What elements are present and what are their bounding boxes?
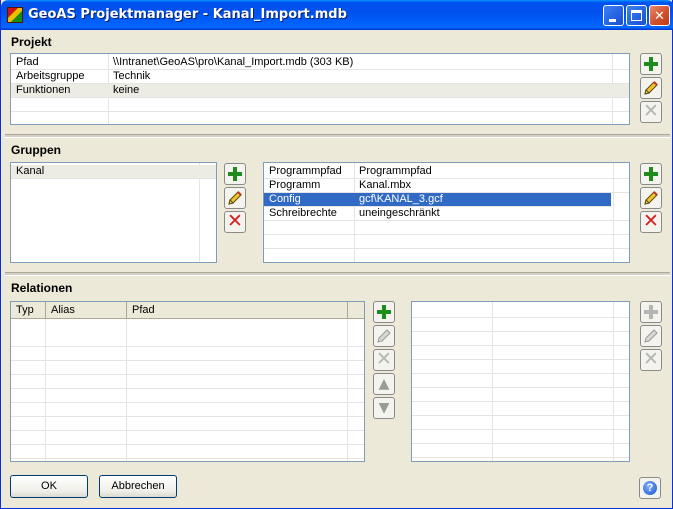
details-edit-button[interactable] bbox=[640, 325, 662, 347]
property-key: Config bbox=[269, 193, 301, 205]
projekt-edit-button[interactable] bbox=[640, 77, 662, 99]
property-row[interactable]: Schreibrechte uneingeschränkt bbox=[264, 207, 629, 221]
relationen-delete-button[interactable]: ✕ bbox=[373, 349, 395, 371]
delete-x-icon: ✕ bbox=[227, 210, 243, 232]
pencil-icon bbox=[644, 81, 658, 95]
projekt-delete-button[interactable]: ✕ bbox=[640, 101, 662, 123]
close-button[interactable]: ✕ bbox=[649, 5, 670, 26]
property-value: Programmpfad bbox=[359, 165, 432, 177]
gruppen-list[interactable]: Kanal bbox=[10, 162, 217, 263]
window-title: GeoAS Projektmanager - Kanal_Import.mdb bbox=[28, 7, 347, 22]
projekt-value: keine bbox=[113, 84, 140, 96]
properties-delete-button[interactable]: ✕ bbox=[640, 211, 662, 233]
projekt-grid[interactable]: Pfad \\Intranet\GeoAS\pro\Kanal_Import.m… bbox=[10, 53, 630, 125]
property-row-empty bbox=[264, 235, 629, 249]
projekt-add-button[interactable] bbox=[640, 53, 662, 75]
gruppen-delete-button[interactable]: ✕ bbox=[224, 211, 246, 233]
help-icon: ? bbox=[643, 481, 657, 495]
details-delete-button[interactable]: ✕ bbox=[640, 349, 662, 371]
property-key: Programmpfad bbox=[269, 165, 342, 177]
relationen-header: Typ Alias Pfad bbox=[11, 302, 364, 319]
projekt-heading: Projekt bbox=[11, 35, 52, 49]
separator bbox=[5, 272, 670, 276]
projekt-row-pfad[interactable]: Pfad \\Intranet\GeoAS\pro\Kanal_Import.m… bbox=[11, 56, 629, 70]
close-icon: ✕ bbox=[654, 8, 665, 23]
delete-x-icon: ✕ bbox=[376, 348, 392, 370]
property-row-empty bbox=[264, 221, 629, 235]
delete-x-icon: ✕ bbox=[643, 100, 659, 122]
projekt-key: Funktionen bbox=[16, 84, 71, 96]
property-row[interactable]: Programmpfad Programmpfad bbox=[264, 165, 629, 179]
relationen-details-grid[interactable] bbox=[411, 301, 630, 462]
property-value: uneingeschränkt bbox=[359, 207, 440, 219]
gruppen-properties-grid[interactable]: Programmpfad Programmpfad Programm Kanal… bbox=[263, 162, 630, 263]
plus-icon bbox=[641, 54, 661, 74]
maximize-icon bbox=[631, 10, 642, 21]
delete-x-icon: ✕ bbox=[643, 210, 659, 232]
column-header-typ[interactable]: Typ bbox=[11, 302, 46, 318]
gruppen-add-button[interactable] bbox=[224, 163, 246, 185]
property-value: gcf\KANAL_3.gcf bbox=[359, 193, 443, 205]
pencil-icon bbox=[228, 191, 242, 205]
property-row-selected[interactable]: Config gcf\KANAL_3.gcf bbox=[264, 193, 611, 207]
plus-icon bbox=[641, 164, 661, 184]
relationen-heading: Relationen bbox=[11, 281, 73, 295]
relationen-up-button[interactable]: ▲ bbox=[373, 373, 395, 395]
gruppen-item-label: Kanal bbox=[16, 165, 45, 177]
app-icon bbox=[7, 7, 23, 23]
maximize-button[interactable] bbox=[626, 5, 647, 26]
relationen-down-button[interactable]: ▼ bbox=[373, 397, 395, 419]
minimize-icon bbox=[609, 19, 616, 22]
projekt-key: Arbeitsgruppe bbox=[16, 70, 85, 82]
main-window: GeoAS Projektmanager - Kanal_Import.mdb … bbox=[0, 0, 673, 509]
gruppen-edit-button[interactable] bbox=[224, 187, 246, 209]
property-value: Kanal.mbx bbox=[359, 179, 411, 191]
relationen-add-button[interactable] bbox=[373, 301, 395, 323]
properties-add-button[interactable] bbox=[640, 163, 662, 185]
cancel-button[interactable]: Abbrechen bbox=[99, 475, 177, 498]
properties-edit-button[interactable] bbox=[640, 187, 662, 209]
projekt-key: Pfad bbox=[16, 56, 39, 68]
projekt-row-funktionen[interactable]: Funktionen keine bbox=[11, 84, 629, 98]
pencil-icon bbox=[644, 191, 658, 205]
pencil-icon bbox=[377, 329, 391, 343]
title-bar[interactable]: GeoAS Projektmanager - Kanal_Import.mdb … bbox=[1, 0, 673, 30]
plus-icon bbox=[225, 164, 245, 184]
column-header-alias[interactable]: Alias bbox=[46, 302, 127, 318]
separator bbox=[5, 134, 670, 138]
gruppen-list-item[interactable]: Kanal bbox=[11, 165, 216, 179]
arrow-down-icon: ▼ bbox=[378, 400, 390, 416]
projekt-value: Technik bbox=[113, 70, 151, 82]
plus-icon bbox=[641, 302, 661, 322]
ok-button[interactable]: OK bbox=[10, 475, 88, 498]
projekt-row-arbeitsgruppe[interactable]: Arbeitsgruppe Technik bbox=[11, 70, 629, 84]
gruppen-heading: Gruppen bbox=[11, 143, 61, 157]
delete-x-icon: ✕ bbox=[643, 348, 659, 370]
plus-icon bbox=[374, 302, 394, 322]
arrow-up-icon: ▲ bbox=[378, 376, 390, 392]
projekt-value: \\Intranet\GeoAS\pro\Kanal_Import.mdb (3… bbox=[113, 56, 354, 68]
column-header-pfad[interactable]: Pfad bbox=[127, 302, 348, 318]
property-row[interactable]: Programm Kanal.mbx bbox=[264, 179, 629, 193]
relationen-table[interactable]: Typ Alias Pfad bbox=[10, 301, 365, 462]
help-button[interactable]: ? bbox=[639, 477, 661, 499]
relationen-edit-button[interactable] bbox=[373, 325, 395, 347]
property-key: Programm bbox=[269, 179, 321, 191]
property-key: Schreibrechte bbox=[269, 207, 337, 219]
projekt-row-empty bbox=[11, 98, 629, 112]
minimize-button[interactable] bbox=[603, 5, 624, 26]
details-add-button[interactable] bbox=[640, 301, 662, 323]
pencil-icon bbox=[644, 329, 658, 343]
